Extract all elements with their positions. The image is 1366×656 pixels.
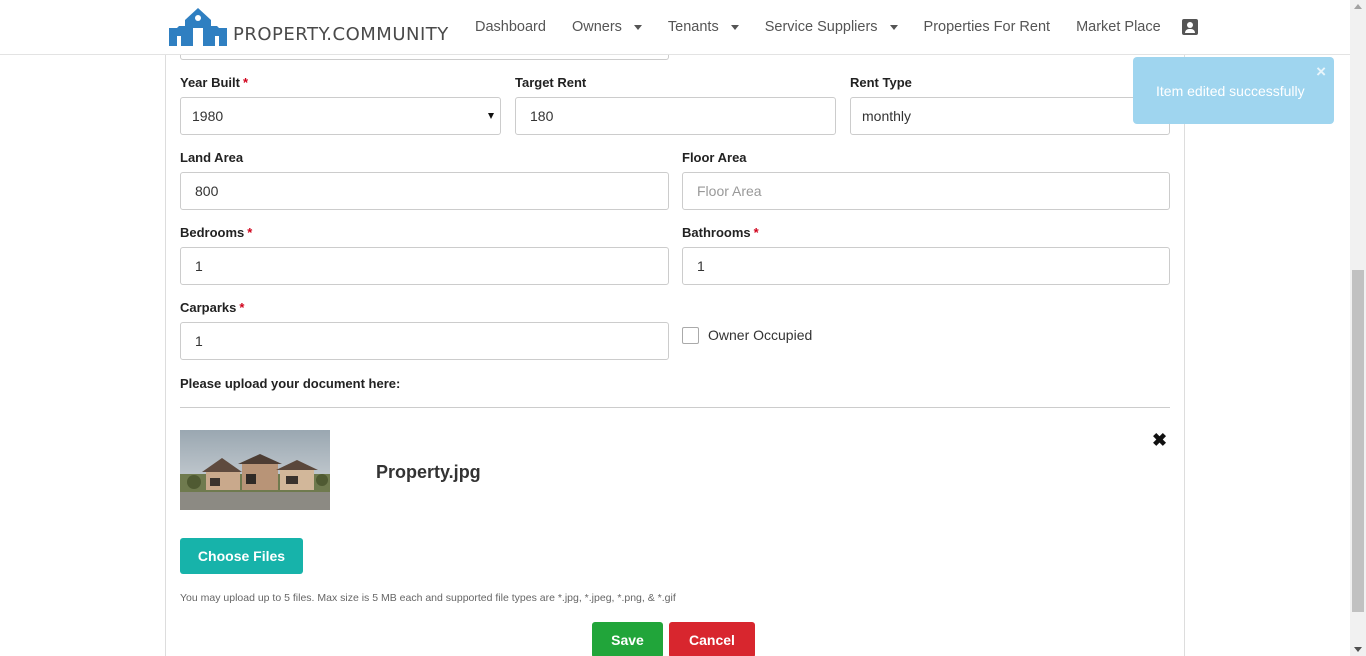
nav-properties-for-rent-label: Properties For Rent [923,19,1051,35]
required-asterisk: * [239,300,245,315]
nav-tenants-label: Tenants [667,19,719,35]
target-rent-value: 180 [530,108,554,124]
land-area-input[interactable]: 800 [180,172,669,210]
brand-name: PROPERTY.COMMUNITY [233,24,449,45]
success-toast: × Item edited successfully [1133,57,1334,124]
rent-type-select[interactable]: monthly [850,97,1170,135]
land-area-value: 800 [195,183,219,199]
caret-down-icon [889,25,898,30]
carparks-label: Carparks * [180,300,244,315]
target-rent-input[interactable]: 180 [515,97,836,135]
carparks-label-text: Carparks [180,300,237,315]
bedrooms-input[interactable]: 1 [180,247,669,285]
house-logo-icon [169,8,227,46]
floor-area-label: Floor Area [682,150,747,165]
scroll-up-arrow-icon[interactable] [1354,4,1362,9]
bedrooms-label: Bedrooms * [180,225,252,240]
nav-owners-label: Owners [571,19,622,35]
nav-owners[interactable]: Owners [559,19,655,35]
upload-help-text: You may upload up to 5 files. Max size i… [180,592,676,604]
required-asterisk: * [242,75,249,90]
dropdown-arrow-icon [488,113,494,119]
bathrooms-label-text: Bathrooms [682,225,751,240]
year-built-label: Year Built * [180,75,248,90]
contact-card-icon[interactable] [1181,19,1198,35]
year-built-value: 1980 [192,108,224,124]
target-rent-label: Target Rent [515,75,587,90]
nav-market-place-label: Market Place [1076,19,1161,35]
floor-area-placeholder: Floor Area [697,183,762,199]
toast-message: Item edited successfully [1156,83,1305,99]
brand-logo[interactable]: PROPERTY.COMMUNITY [169,6,449,46]
close-icon[interactable]: × [1316,63,1326,80]
owner-occupied-checkbox[interactable] [682,327,699,344]
nav-dashboard-label: Dashboard [475,19,546,35]
required-asterisk: * [753,225,759,240]
scrollbar-thumb[interactable] [1352,270,1364,612]
year-built-label-text: Year Built [180,75,240,90]
nav-properties-for-rent[interactable]: Properties For Rent [911,19,1064,35]
nav-market-place[interactable]: Market Place [1063,19,1174,35]
cancel-button[interactable]: Cancel [669,622,755,656]
caret-down-icon [730,25,739,30]
close-icon[interactable]: ✖ [1152,430,1167,451]
year-built-select[interactable]: 1980 [180,97,501,135]
bathrooms-input[interactable]: 1 [682,247,1170,285]
file-thumbnail [180,430,330,510]
scroll-down-arrow-icon[interactable] [1354,647,1362,652]
required-asterisk: * [247,225,253,240]
land-area-label: Land Area [180,150,244,165]
file-name: Property.jpg [376,462,481,482]
save-button[interactable]: Save [592,622,663,656]
bathrooms-value: 1 [697,258,705,274]
property-edit-form: Year Built * 1980 Target Rent 180 Rent Ty… [165,47,1185,656]
owner-occupied-label[interactable]: Owner Occupied [708,327,812,343]
main-nav: Dashboard Owners Tenants Service Supplie… [462,0,1198,54]
bedrooms-value: 1 [195,258,203,274]
bedrooms-label-text: Bedrooms [180,225,245,240]
floor-area-input[interactable]: Floor Area [682,172,1170,210]
nav-service-suppliers[interactable]: Service Suppliers [752,19,911,35]
choose-files-button[interactable]: Choose Files [180,538,303,574]
nav-service-suppliers-label: Service Suppliers [764,19,878,35]
rent-type-value: monthly [862,108,912,124]
nav-dashboard[interactable]: Dashboard [462,19,559,35]
carparks-value: 1 [195,333,203,349]
nav-tenants[interactable]: Tenants [655,19,752,35]
vertical-scrollbar[interactable] [1350,0,1366,656]
bathrooms-label: Bathrooms * [682,225,759,240]
divider [180,407,1170,408]
upload-title: Please upload your document here: [180,376,401,391]
carparks-input[interactable]: 1 [180,322,669,360]
rent-type-label: Rent Type [850,75,912,90]
caret-down-icon [633,25,642,30]
top-navbar: PROPERTY.COMMUNITY Dashboard Owners Tena… [0,0,1350,55]
